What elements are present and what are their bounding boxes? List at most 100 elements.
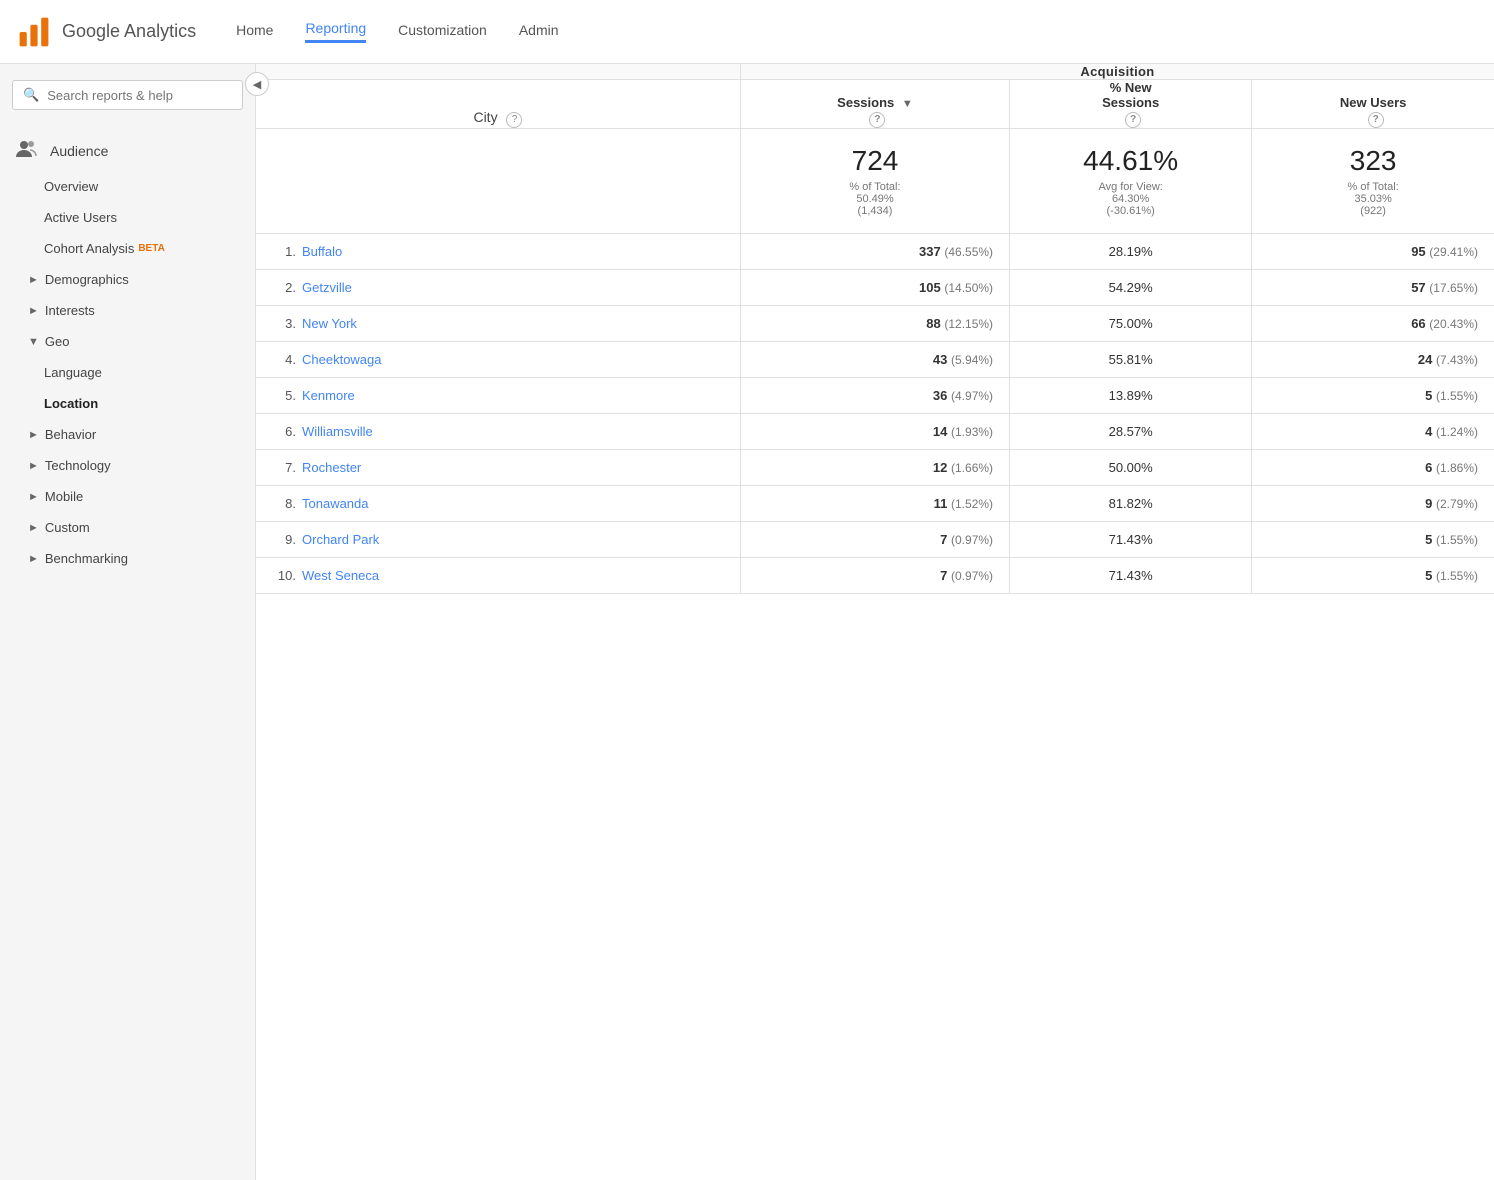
summary-new-sessions-value: 44.61% <box>1022 145 1239 177</box>
sidebar-item-language[interactable]: Language <box>0 357 255 388</box>
sessions-column-header[interactable]: Sessions ▼ ? <box>740 80 1009 129</box>
sessions-value: 14 <box>933 424 947 439</box>
new-sessions-cell: 75.00% <box>1010 305 1252 341</box>
summary-row: 724 % of Total:50.49%(1,434) 44.61% Avg … <box>256 128 1494 233</box>
beta-badge: BETA <box>138 243 164 254</box>
new-users-cell: 5 (1.55%) <box>1252 521 1494 557</box>
search-box[interactable]: 🔍 <box>12 80 243 110</box>
sidebar-item-benchmarking[interactable]: ► Benchmarking <box>0 543 255 574</box>
sidebar-item-overview[interactable]: Overview <box>0 171 255 202</box>
sessions-pct: (46.55%) <box>944 245 993 259</box>
new-sessions-value: 71.43% <box>1109 532 1153 547</box>
logo-text: Google Analytics <box>62 21 196 42</box>
new-users-value: 9 <box>1425 496 1432 511</box>
new-users-cell: 5 (1.55%) <box>1252 557 1494 593</box>
table-row: 7. Rochester 12 (1.66%)50.00%6 (1.86%) <box>256 449 1494 485</box>
city-link[interactable]: Kenmore <box>302 388 355 403</box>
audience-icon <box>16 140 38 161</box>
sidebar-collapse-button[interactable]: ◀ <box>245 72 269 96</box>
city-link[interactable]: Williamsville <box>302 424 373 439</box>
sessions-value: 105 <box>919 280 941 295</box>
sessions-cell: 43 (5.94%) <box>740 341 1009 377</box>
sidebar-item-behavior[interactable]: ► Behavior <box>0 419 255 450</box>
top-navigation: Google Analytics Home Reporting Customiz… <box>0 0 1494 64</box>
language-label: Language <box>44 365 102 380</box>
new-users-pct: (1.55%) <box>1436 569 1478 583</box>
table-row: 8. Tonawanda 11 (1.52%)81.82%9 (2.79%) <box>256 485 1494 521</box>
active-users-label: Active Users <box>44 210 117 225</box>
sessions-pct: (0.97%) <box>951 569 993 583</box>
location-label: Location <box>44 396 98 411</box>
sessions-help-icon[interactable]: ? <box>869 112 885 128</box>
sessions-pct: (1.66%) <box>951 461 993 475</box>
new-users-help-icon[interactable]: ? <box>1368 112 1384 128</box>
new-sessions-value: 13.89% <box>1109 388 1153 403</box>
new-sessions-cell: 28.19% <box>1010 233 1252 269</box>
city-link[interactable]: Cheektowaga <box>302 352 382 367</box>
sessions-pct: (1.93%) <box>951 425 993 439</box>
new-users-value: 57 <box>1411 280 1425 295</box>
city-link[interactable]: Tonawanda <box>302 496 369 511</box>
new-users-pct: (2.79%) <box>1436 497 1478 511</box>
geo-label: Geo <box>45 334 70 349</box>
sessions-cell: 7 (0.97%) <box>740 557 1009 593</box>
chevron-right-icon: ► <box>28 274 39 286</box>
new-users-pct: (7.43%) <box>1436 353 1478 367</box>
sidebar-item-geo[interactable]: ▼ Geo <box>0 326 255 357</box>
sidebar-item-audience[interactable]: Audience <box>0 130 255 171</box>
city-link[interactable]: Buffalo <box>302 244 342 259</box>
nav-admin[interactable]: Admin <box>519 22 559 42</box>
table-row: 5. Kenmore 36 (4.97%)13.89%5 (1.55%) <box>256 377 1494 413</box>
chevron-right-icon: ► <box>28 522 39 534</box>
sidebar-item-demographics[interactable]: ► Demographics <box>0 264 255 295</box>
sort-arrow-icon: ▼ <box>902 98 913 110</box>
city-link[interactable]: West Seneca <box>302 568 379 583</box>
logo-area: Google Analytics <box>16 14 196 50</box>
sidebar-item-location[interactable]: Location <box>0 388 255 419</box>
table-row: 10. West Seneca 7 (0.97%)71.43%5 (1.55%) <box>256 557 1494 593</box>
table-row: 3. New York 88 (12.15%)75.00%66 (20.43%) <box>256 305 1494 341</box>
new-sessions-value: 55.81% <box>1109 352 1153 367</box>
new-sessions-help-icon[interactable]: ? <box>1125 112 1141 128</box>
new-sessions-cell: 50.00% <box>1010 449 1252 485</box>
city-link[interactable]: Orchard Park <box>302 532 379 547</box>
sessions-cell: 7 (0.97%) <box>740 521 1009 557</box>
chevron-right-icon: ► <box>28 305 39 317</box>
summary-sessions-value: 724 <box>753 145 997 177</box>
city-help-icon[interactable]: ? <box>506 112 522 128</box>
nav-customization[interactable]: Customization <box>398 22 487 42</box>
city-link[interactable]: New York <box>302 316 357 331</box>
search-input[interactable] <box>47 88 232 103</box>
new-users-value: 95 <box>1411 244 1425 259</box>
sidebar-item-mobile[interactable]: ► Mobile <box>0 481 255 512</box>
sidebar-item-interests[interactable]: ► Interests <box>0 295 255 326</box>
new-sessions-value: 75.00% <box>1109 316 1153 331</box>
new-users-value: 5 <box>1425 568 1432 583</box>
row-rank: 10. <box>272 568 296 583</box>
new-users-value: 5 <box>1425 532 1432 547</box>
new-users-value: 4 <box>1425 424 1432 439</box>
new-users-pct: (1.55%) <box>1436 389 1478 403</box>
sessions-value: 88 <box>926 316 940 331</box>
behavior-label: Behavior <box>45 427 96 442</box>
sidebar-item-cohort[interactable]: Cohort Analysis BETA <box>0 233 255 264</box>
city-link[interactable]: Getzville <box>302 280 352 295</box>
chevron-right-icon: ► <box>28 460 39 472</box>
nav-reporting[interactable]: Reporting <box>305 20 366 43</box>
new-sessions-cell: 54.29% <box>1010 269 1252 305</box>
sidebar-item-technology[interactable]: ► Technology <box>0 450 255 481</box>
new-sessions-cell: 28.57% <box>1010 413 1252 449</box>
sessions-value: 7 <box>940 568 947 583</box>
nav-home[interactable]: Home <box>236 22 273 42</box>
sessions-value: 12 <box>933 460 947 475</box>
sidebar-item-custom[interactable]: ► Custom <box>0 512 255 543</box>
city-link[interactable]: Rochester <box>302 460 361 475</box>
table-row: 9. Orchard Park 7 (0.97%)71.43%5 (1.55%) <box>256 521 1494 557</box>
new-sessions-value: 54.29% <box>1109 280 1153 295</box>
sidebar-section-audience: Audience Overview Active Users Cohort An… <box>0 126 255 578</box>
table-row: 4. Cheektowaga 43 (5.94%)55.81%24 (7.43%… <box>256 341 1494 377</box>
sidebar-item-active-users[interactable]: Active Users <box>0 202 255 233</box>
chevron-right-icon: ► <box>28 553 39 565</box>
content-area: Acquisition City ? Sessions ▼ ? % NewSes… <box>256 64 1494 1180</box>
sessions-cell: 14 (1.93%) <box>740 413 1009 449</box>
